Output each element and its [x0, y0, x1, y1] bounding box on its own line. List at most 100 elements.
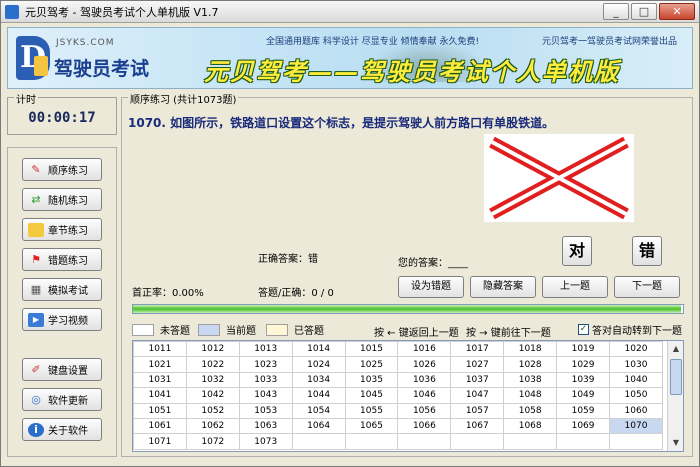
question-number-cell[interactable]: 1022 [185, 356, 240, 373]
question-number-cell[interactable]: 1037 [450, 371, 505, 389]
question-number-cell[interactable]: 1057 [450, 402, 505, 419]
hide-answer-button[interactable]: 隐藏答案 [470, 276, 536, 298]
question-number-cell[interactable]: 1025 [344, 356, 399, 373]
question-number-cell[interactable]: 1023 [238, 356, 293, 373]
set-wrong-button[interactable]: 设为错题 [398, 276, 464, 298]
question-number-cell[interactable]: 1060 [609, 402, 663, 419]
question-number-cell[interactable]: 1011 [133, 340, 187, 358]
question-number-cell[interactable]: 1036 [397, 371, 452, 389]
question-number-cell[interactable]: 1012 [185, 340, 240, 358]
question-number-cell[interactable]: 1027 [450, 356, 505, 373]
question-number-cell[interactable]: 1070 [609, 417, 663, 435]
question-number-cell[interactable]: 1058 [503, 402, 558, 419]
banner-credit: 元贝驾考一驾驶员考试网荣誉出品 [542, 37, 678, 47]
question-number-cell[interactable]: 1054 [291, 402, 346, 419]
scroll-up-icon[interactable]: ▲ [668, 341, 684, 357]
chapter-practice-button[interactable]: 章节练习 [22, 218, 102, 241]
question-text: 1070. 如图所示，铁路道口设置这个标志，是提示驾驶人前方路口有单股铁道。 [128, 116, 555, 130]
wrong-questions-button[interactable]: ⚑ 错题练习 [22, 248, 102, 271]
question-number-cell[interactable]: 1055 [344, 402, 399, 419]
question-number-cell[interactable]: 1062 [185, 417, 240, 435]
mock-exam-button[interactable]: ▦ 模拟考试 [22, 278, 102, 301]
legend-label: 当前题 [226, 326, 256, 337]
question-number-cell[interactable]: 1047 [450, 387, 505, 404]
question-number-cell[interactable]: 1068 [503, 417, 558, 435]
question-number-cell[interactable]: 1052 [185, 402, 240, 419]
question-number-cell[interactable]: 1017 [450, 340, 505, 358]
question-number-cell[interactable]: 1065 [344, 417, 399, 435]
question-number-cell[interactable]: 1049 [556, 387, 611, 404]
question-number-cell[interactable]: 1021 [133, 356, 187, 373]
question-number-cell[interactable]: 1013 [238, 340, 293, 358]
question-number-cell[interactable]: 1071 [133, 433, 187, 450]
question-number-cell[interactable]: 1032 [185, 371, 240, 389]
study-video-button[interactable]: ▶ 学习视频 [22, 308, 102, 331]
checkbox-checked-icon[interactable]: ✓ [578, 324, 589, 335]
question-number-cell[interactable]: 1043 [238, 387, 293, 404]
progress-fill [133, 305, 682, 313]
legend-label: 已答题 [294, 326, 324, 337]
question-number-cell[interactable]: 1033 [238, 371, 293, 389]
question-number-cell[interactable]: 1029 [556, 356, 611, 373]
question-number-cell[interactable]: 1030 [609, 356, 663, 373]
question-number-cell[interactable]: 1040 [609, 371, 663, 389]
question-number-cell[interactable]: 1042 [185, 387, 240, 404]
question-number-cell[interactable]: 1050 [609, 387, 663, 404]
question-number-cell[interactable]: 1066 [397, 417, 452, 435]
random-practice-button[interactable]: ⇄ 随机练习 [22, 188, 102, 211]
sidebar-item-label: 顺序练习 [48, 166, 88, 177]
question-number-cell[interactable]: 1031 [133, 371, 187, 389]
auto-next-checkbox[interactable]: ✓ 答对自动转到下一题 [578, 322, 682, 337]
minimize-button[interactable]: _ [603, 3, 629, 20]
question-number-cell[interactable]: 1053 [238, 402, 293, 419]
question-number-cell[interactable]: 1016 [397, 340, 452, 358]
question-number-cell[interactable]: 1067 [450, 417, 505, 435]
answer-false-button[interactable]: 错 [632, 236, 662, 266]
question-number-cell[interactable]: 1048 [503, 387, 558, 404]
question-number-cell[interactable]: 1038 [503, 371, 558, 389]
empty-cell [291, 433, 346, 450]
close-button[interactable]: ✕ [659, 3, 695, 20]
question-number-cell[interactable]: 1056 [397, 402, 452, 419]
banner-slogan: 全国通用题库 科学设计 尽显专业 倾情奉献 永久免费! [266, 37, 480, 47]
app-window: 元贝驾考 - 驾驶员考试个人单机版 V1.7 _ □ ✕ D JSYKS.COM… [0, 0, 700, 467]
question-number-cell[interactable]: 1019 [556, 340, 611, 358]
question-number-cell[interactable]: 1020 [609, 340, 663, 358]
sequential-practice-button[interactable]: ✎ 顺序练习 [22, 158, 102, 181]
question-number-cell[interactable]: 1046 [397, 387, 452, 404]
scroll-down-icon[interactable]: ▼ [668, 435, 684, 451]
question-number-cell[interactable]: 1015 [344, 340, 399, 358]
question-number-cell[interactable]: 1014 [291, 340, 346, 358]
question-number-cell[interactable]: 1051 [133, 402, 187, 419]
sidebar-item-label: 模拟考试 [48, 286, 88, 297]
question-number-cell[interactable]: 1059 [556, 402, 611, 419]
question-number-cell[interactable]: 1045 [344, 387, 399, 404]
question-number-cell[interactable]: 1026 [397, 356, 452, 373]
question-number-cell[interactable]: 1063 [238, 417, 293, 435]
maximize-button[interactable]: □ [631, 3, 657, 20]
next-question-button[interactable]: 下一题 [614, 276, 680, 298]
scroll-thumb[interactable] [670, 359, 682, 395]
logo-icon: D [16, 36, 50, 80]
question-number-cell[interactable]: 1072 [185, 433, 240, 450]
question-number-cell[interactable]: 1044 [291, 387, 346, 404]
answer-true-button[interactable]: 对 [562, 236, 592, 266]
question-number-cell[interactable]: 1024 [291, 356, 346, 373]
sidebar-item-label: 关于软件 [48, 426, 88, 437]
question-number-cell[interactable]: 1028 [503, 356, 558, 373]
question-number-cell[interactable]: 1064 [291, 417, 346, 435]
question-number-cell[interactable]: 1018 [503, 340, 558, 358]
header-banner: D JSYKS.COM 驾驶员考试 全国通用题库 科学设计 尽显专业 倾情奉献 … [7, 27, 693, 89]
question-number-cell[interactable]: 1041 [133, 387, 187, 404]
question-number-cell[interactable]: 1034 [291, 371, 346, 389]
prev-question-button[interactable]: 上一题 [542, 276, 608, 298]
question-number-cell[interactable]: 1035 [344, 371, 399, 389]
question-number-cell[interactable]: 1061 [133, 417, 187, 435]
software-update-button[interactable]: ◎ 软件更新 [22, 388, 102, 411]
keyboard-settings-button[interactable]: ✐ 键盘设置 [22, 358, 102, 381]
question-number-cell[interactable]: 1073 [238, 433, 293, 450]
about-button[interactable]: i 关于软件 [22, 418, 102, 441]
question-number-cell[interactable]: 1069 [556, 417, 611, 435]
question-number-cell[interactable]: 1039 [556, 371, 611, 389]
grid-scrollbar[interactable]: ▲ ▼ [667, 341, 683, 451]
